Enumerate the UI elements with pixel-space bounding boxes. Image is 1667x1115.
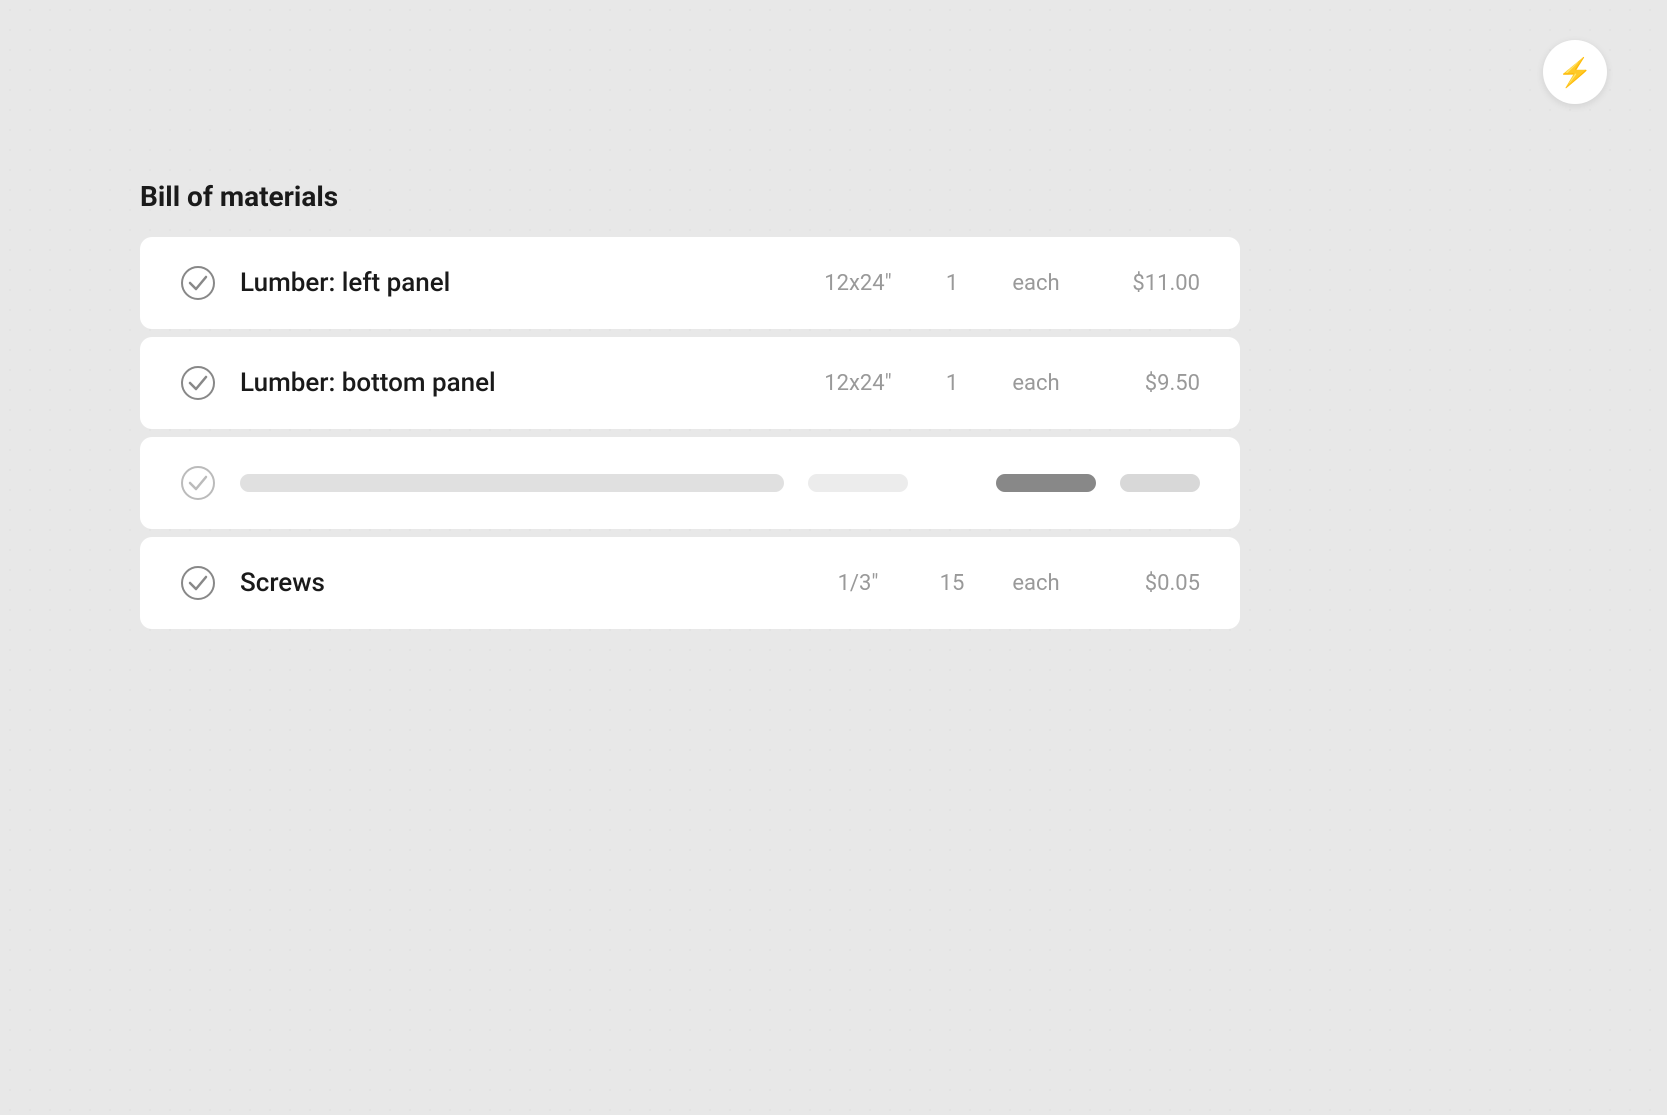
item-unit-2: each: [996, 371, 1076, 396]
check-icon-1[interactable]: [180, 265, 216, 301]
item-unit-1: each: [996, 271, 1076, 296]
items-list: Lumber: left panel 12x24" 1 each $11.00 …: [140, 237, 1240, 629]
item-qty-2: 1: [932, 371, 972, 396]
loading-bar-unit: [996, 474, 1096, 492]
item-price-4: $0.05: [1100, 571, 1200, 596]
item-price-2: $9.50: [1100, 371, 1200, 396]
loading-bar-size: [808, 474, 908, 492]
check-icon-4[interactable]: [180, 565, 216, 601]
item-name-2: Lumber: bottom panel: [240, 368, 784, 398]
check-icon-2[interactable]: [180, 365, 216, 401]
item-qty-4: 15: [932, 571, 972, 596]
item-size-4: 1/3": [808, 571, 908, 596]
loading-bar-name: [240, 474, 784, 492]
item-size-1: 12x24": [808, 271, 908, 296]
item-qty-1: 1: [932, 271, 972, 296]
lightning-button[interactable]: ⚡: [1543, 40, 1607, 104]
item-size-2: 12x24": [808, 371, 908, 396]
loading-bar-price: [1120, 474, 1200, 492]
table-row: Screws 1/3" 15 each $0.05: [140, 537, 1240, 629]
item-name-4: Screws: [240, 568, 784, 598]
page-title: Bill of materials: [140, 180, 1240, 213]
table-row: Lumber: left panel 12x24" 1 each $11.00: [140, 237, 1240, 329]
item-name-1: Lumber: left panel: [240, 268, 784, 298]
lightning-icon: ⚡: [1558, 56, 1593, 89]
main-content: Bill of materials Lumber: left panel 12x…: [140, 180, 1240, 629]
item-price-1: $11.00: [1100, 271, 1200, 296]
table-row: Lumber: bottom panel 12x24" 1 each $9.50: [140, 337, 1240, 429]
check-icon-3[interactable]: [180, 465, 216, 501]
table-row-loading: [140, 437, 1240, 529]
item-unit-4: each: [996, 571, 1076, 596]
